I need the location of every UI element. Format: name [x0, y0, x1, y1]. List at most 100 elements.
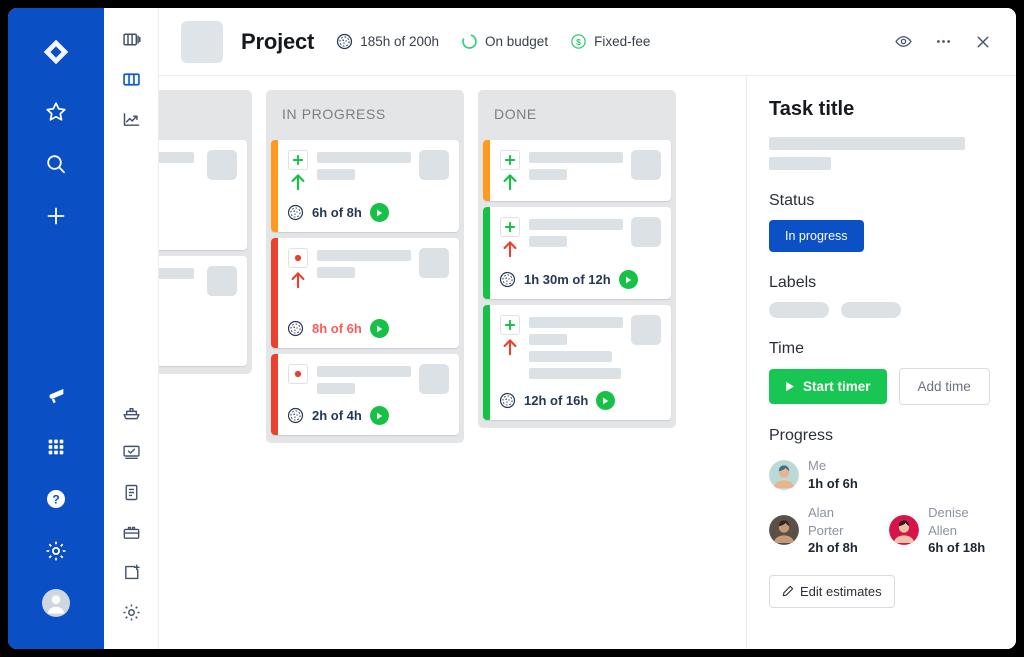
task-card[interactable]	[159, 140, 247, 250]
bug-dot-icon	[288, 248, 308, 268]
task-card-top	[159, 266, 237, 296]
card-start-timer-button[interactable]	[596, 391, 616, 410]
task-card[interactable]: 8h of 6h	[271, 238, 459, 348]
toolbox-icon[interactable]	[114, 515, 148, 549]
add-time-button[interactable]: Add time	[898, 368, 990, 405]
task-card-priority-bar	[271, 140, 278, 232]
task-card-top	[287, 248, 449, 289]
task-card-footer: 12h of 16h	[499, 379, 661, 410]
board-icon[interactable]	[114, 62, 148, 96]
task-card-time-estimate: 8h of 6h	[312, 321, 362, 336]
task-card-top	[499, 217, 661, 258]
content-area: TO DO IN PROGRESS 6h of 8h 8h of 6h 2h of 4h…	[159, 76, 1016, 649]
priority-up-red-icon	[502, 338, 518, 356]
start-timer-button[interactable]: Start timer	[769, 369, 887, 404]
progress-person[interactable]: Alan Porter 2h of 8h	[769, 504, 867, 557]
task-card-placeholder-line	[529, 169, 567, 180]
progress-list: Me 1h of 6h Alan Porter 2h of 8h Denise Alle…	[769, 457, 994, 557]
task-card-placeholder-line	[529, 152, 623, 163]
plus-icon[interactable]	[34, 194, 78, 238]
task-card-thumbnail	[419, 248, 449, 278]
edit-estimates-button[interactable]: Edit estimates	[769, 574, 895, 608]
task-card-placeholder-lines	[529, 150, 623, 180]
task-card-placeholder-line	[529, 317, 623, 328]
reports-icon[interactable]	[114, 102, 148, 136]
jira-logo-icon[interactable]	[34, 30, 78, 74]
task-card-badges	[499, 315, 521, 356]
card-start-timer-button[interactable]	[369, 406, 389, 425]
progress-person-text: Denise Allen 6h of 18h	[928, 504, 994, 557]
board-column-cards	[159, 140, 252, 374]
star-icon[interactable]	[34, 90, 78, 134]
task-card-placeholder-line	[317, 366, 411, 377]
board-column: TO DO	[159, 90, 252, 374]
progress-person-text: Me 1h of 6h	[808, 457, 858, 492]
task-card-priority-bar	[483, 207, 490, 299]
project-settings-icon[interactable]	[114, 595, 148, 629]
task-card[interactable]: 1h 30m of 12h	[483, 207, 671, 299]
help-icon[interactable]: ?	[34, 477, 78, 521]
progress-person-name: Alan Porter	[808, 505, 844, 538]
task-card-top	[159, 150, 237, 180]
task-card-time-estimate: 12h of 16h	[524, 393, 589, 408]
label-chip[interactable]	[841, 302, 901, 318]
settings-gear-icon[interactable]	[34, 529, 78, 573]
progress-person[interactable]: Me 1h of 6h	[769, 457, 858, 492]
task-card-placeholder-line	[317, 169, 355, 180]
label-chip[interactable]	[769, 302, 829, 318]
meta-time-logged-label: 185h of 200h	[360, 34, 440, 49]
meta-budget-status-label: On budget	[485, 34, 549, 49]
pages-icon[interactable]	[114, 475, 148, 509]
task-card-placeholder-line	[529, 368, 622, 379]
time-heading: Time	[769, 340, 804, 357]
task-card-placeholder-lines	[317, 248, 411, 278]
task-card[interactable]: 6h of 8h	[271, 140, 459, 232]
main-column: Project 185h of 200h On budget $ Fixed-f…	[159, 8, 1016, 649]
megaphone-icon[interactable]	[34, 373, 78, 417]
start-timer-label: Start timer	[803, 379, 871, 394]
task-card[interactable]	[483, 140, 671, 201]
task-card-badges	[287, 248, 309, 289]
progress-person[interactable]: Denise Allen 6h of 18h	[889, 504, 994, 557]
time-pie-icon	[499, 392, 516, 409]
task-card[interactable]	[159, 256, 247, 366]
task-card-time-estimate: 6h of 8h	[312, 205, 362, 220]
watch-eye-icon[interactable]	[892, 31, 914, 53]
card-start-timer-button[interactable]	[369, 203, 389, 222]
progress-person-time: 6h of 18h	[928, 540, 986, 556]
search-icon[interactable]	[34, 142, 78, 186]
task-card-badges	[499, 150, 521, 191]
card-start-timer-button[interactable]	[369, 319, 389, 338]
meta-budget-status: On budget	[461, 33, 548, 50]
detail-placeholder-line	[769, 157, 831, 170]
task-card-top	[287, 364, 449, 394]
backlog-icon[interactable]	[114, 22, 148, 56]
board-column-title: DONE	[494, 106, 537, 122]
task-card[interactable]: 12h of 16h	[483, 305, 671, 420]
detail-placeholder-line	[769, 137, 965, 150]
ship-icon[interactable]	[114, 395, 148, 429]
task-card-placeholder-line	[529, 219, 623, 230]
card-start-timer-button[interactable]	[618, 270, 638, 289]
kanban-board: TO DO IN PROGRESS 6h of 8h 8h of 6h 2h of 4h…	[159, 76, 746, 649]
meta-billing-type: $ Fixed-fee	[570, 33, 650, 50]
task-card-badges	[287, 150, 309, 191]
svg-text:$: $	[576, 37, 581, 47]
task-card[interactable]: 2h of 4h	[271, 354, 459, 435]
more-options-icon[interactable]	[932, 31, 954, 53]
add-shortcut-icon[interactable]	[114, 555, 148, 589]
task-card-placeholder-line	[159, 268, 195, 279]
monitor-check-icon[interactable]	[114, 435, 148, 469]
board-column-cards: 1h 30m of 12h 12h of 16h	[478, 140, 676, 428]
user-avatar-icon[interactable]	[34, 581, 78, 625]
apps-grid-icon[interactable]	[34, 425, 78, 469]
task-card-placeholder-line	[317, 267, 355, 278]
close-icon[interactable]	[972, 31, 994, 53]
task-card-badges	[287, 364, 309, 384]
task-card-footer: 2h of 4h	[287, 394, 449, 425]
task-card-time-estimate: 2h of 4h	[312, 408, 362, 423]
dollar-circle-icon: $	[570, 33, 587, 50]
status-badge[interactable]: In progress	[769, 220, 864, 252]
story-plus-icon	[500, 217, 520, 237]
priority-up-green-icon	[290, 173, 306, 191]
